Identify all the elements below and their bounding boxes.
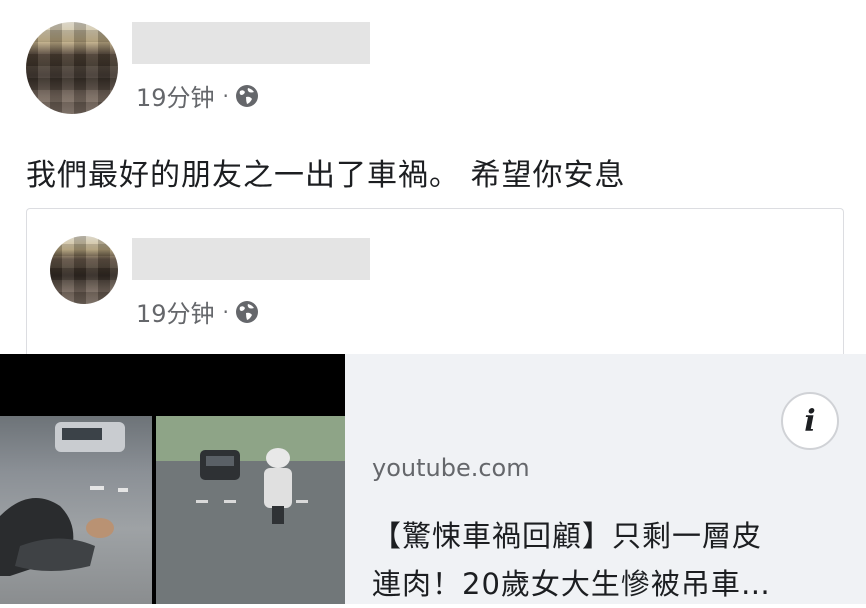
meta-separator: · xyxy=(222,83,229,108)
author-avatar[interactable] xyxy=(26,22,118,114)
globe-icon[interactable] xyxy=(235,84,259,108)
post-meta: 19分钟 · xyxy=(136,78,259,113)
link-preview[interactable]: i youtube.com 【驚悚車禍回顧】只剩一層皮 連肉！20歲女大生慘被吊… xyxy=(0,354,866,604)
link-title[interactable]: 【驚悚車禍回顧】只剩一層皮 連肉！20歲女大生慘被吊車… xyxy=(372,512,852,608)
meta-separator: · xyxy=(222,299,229,324)
shared-post-meta: 19分钟 · xyxy=(136,294,259,329)
author-name-redacted[interactable] xyxy=(132,22,370,64)
post-timestamp[interactable]: 19分钟 xyxy=(136,78,215,113)
shared-author-name-redacted[interactable] xyxy=(132,238,370,280)
link-title-line-2: 連肉！20歲女大生慘被吊車… xyxy=(372,567,771,601)
shared-author-avatar[interactable] xyxy=(50,236,118,304)
link-info-panel[interactable]: i youtube.com 【驚悚車禍回顧】只剩一層皮 連肉！20歲女大生慘被吊… xyxy=(345,354,866,604)
shared-post-card[interactable] xyxy=(26,208,844,355)
thumbnail-frame-left xyxy=(0,416,152,604)
thumbnail-frame-right xyxy=(156,416,345,604)
post-text: 我們最好的朋友之一出了車禍。 希望你安息 xyxy=(26,158,626,193)
video-thumbnail[interactable] xyxy=(0,354,345,604)
shared-post-timestamp[interactable]: 19分钟 xyxy=(136,294,215,329)
info-icon[interactable]: i xyxy=(781,392,839,450)
link-title-line-1: 【驚悚車禍回顧】只剩一層皮 xyxy=(372,519,763,553)
globe-icon[interactable] xyxy=(235,300,259,324)
link-domain: youtube.com xyxy=(372,454,530,482)
